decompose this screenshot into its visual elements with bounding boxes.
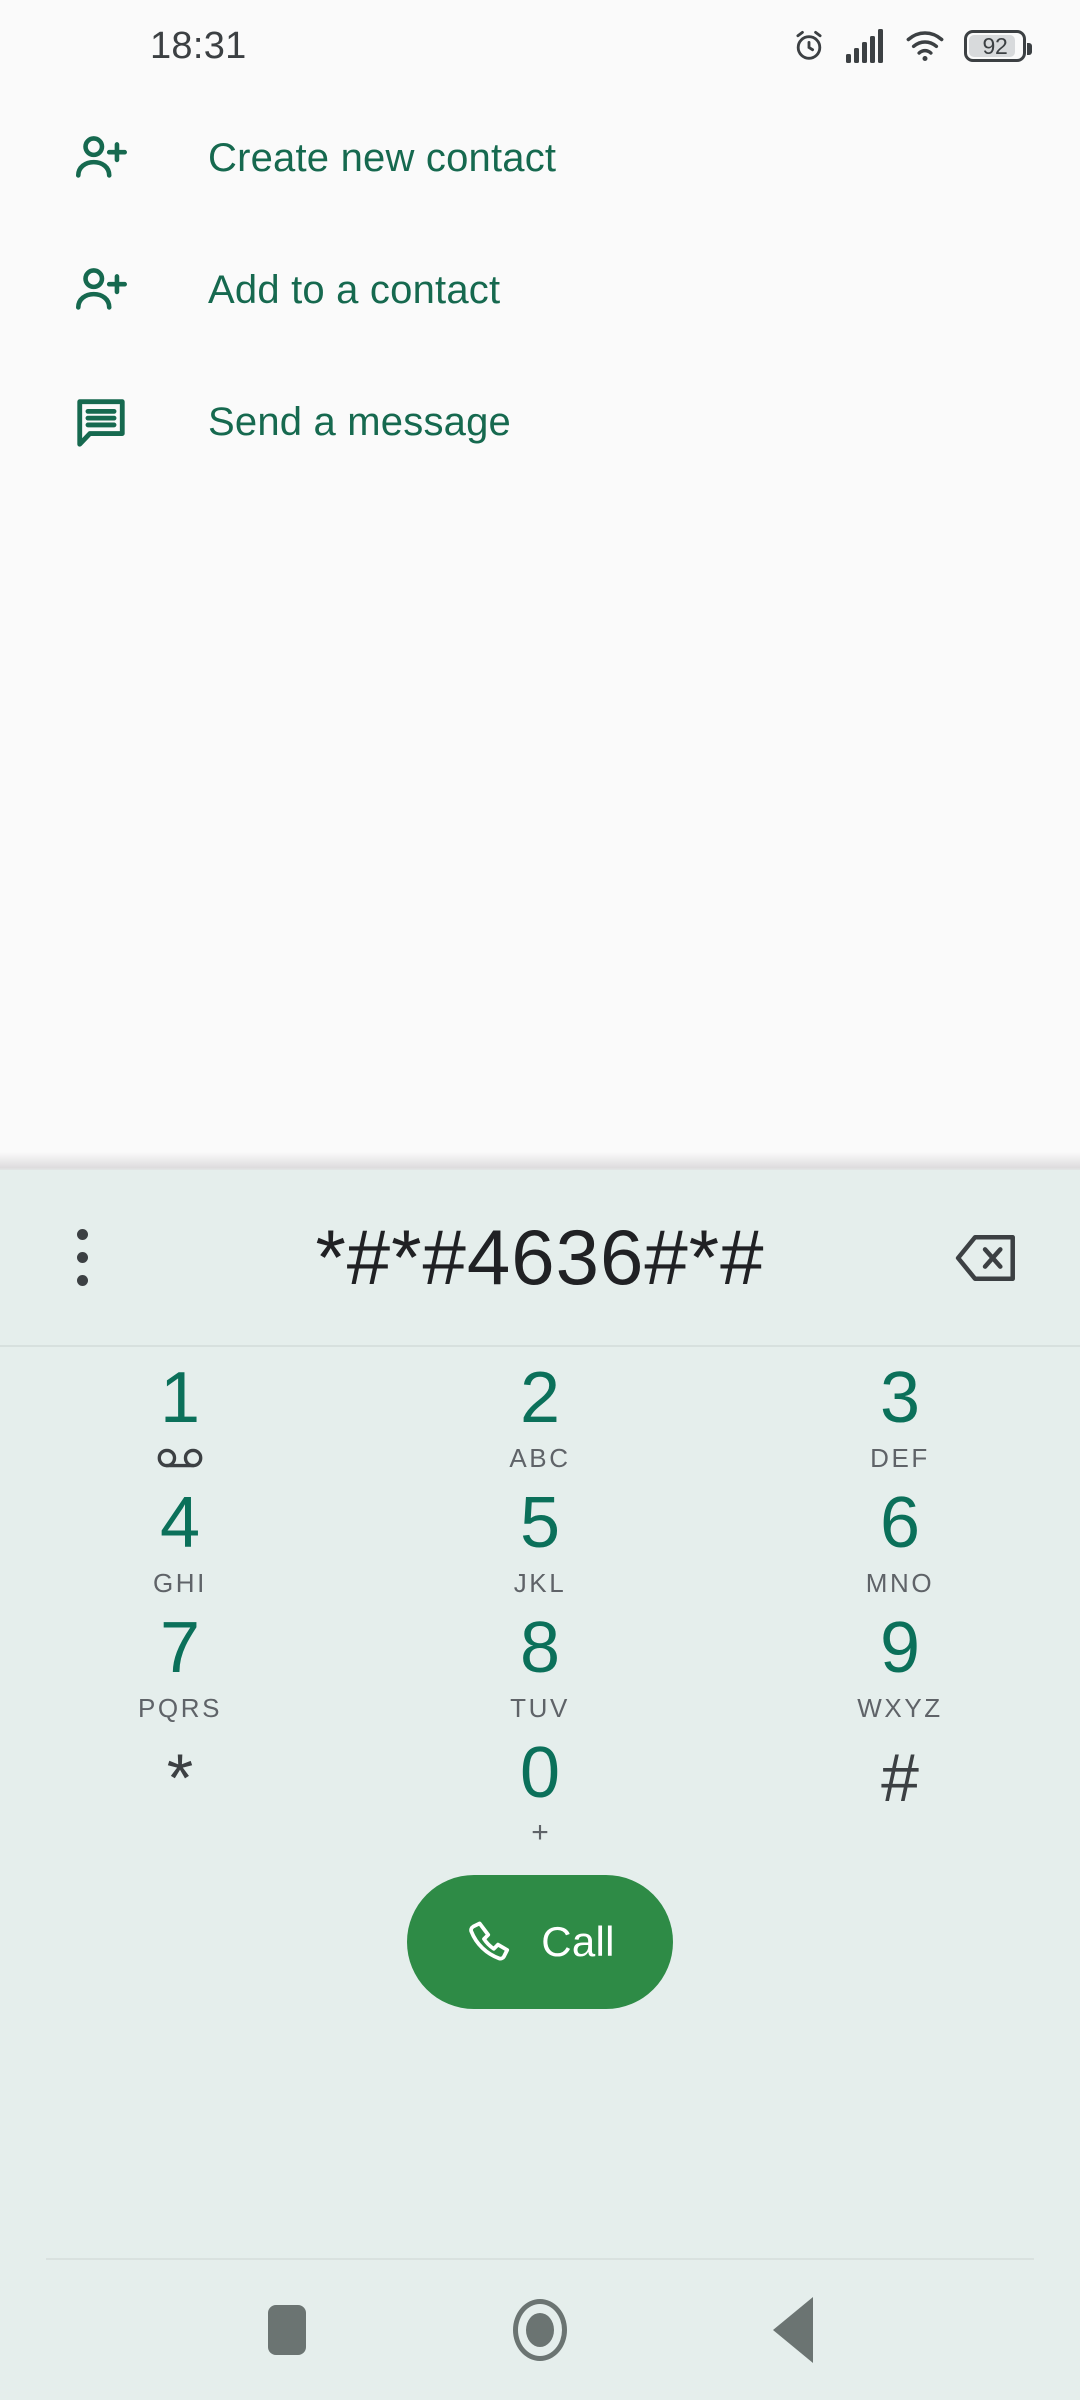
key-letters: ABC bbox=[509, 1443, 571, 1473]
person-add-icon bbox=[70, 259, 132, 321]
key-9[interactable]: 9 WXYZ bbox=[720, 1603, 1080, 1728]
wifi-icon bbox=[905, 30, 945, 62]
status-bar: 18:31 92 bbox=[0, 0, 1080, 92]
key-letters: DEF bbox=[870, 1443, 930, 1473]
dialpad-panel: *#*#4636#*# 1 2 ABC 3 DEF 4 GHI 5 JKL 6 … bbox=[0, 1170, 1080, 2400]
phone-icon bbox=[465, 1917, 513, 1968]
battery-percent: 92 bbox=[982, 32, 1008, 59]
recents-square-icon[interactable] bbox=[237, 2280, 337, 2380]
key-hash[interactable]: # bbox=[720, 1728, 1080, 1853]
key-digit: 9 bbox=[879, 1608, 921, 1688]
key-digit: 6 bbox=[879, 1483, 921, 1563]
key-digit: 4 bbox=[159, 1483, 201, 1563]
call-button[interactable]: Call bbox=[407, 1875, 673, 2009]
key-plus: + bbox=[531, 1816, 549, 1849]
key-letters: TUV bbox=[510, 1693, 570, 1723]
key-digit: * bbox=[166, 1740, 194, 1816]
signal-icon bbox=[846, 29, 886, 63]
key-digit: 1 bbox=[159, 1358, 201, 1438]
status-icon-group: 92 bbox=[791, 28, 1044, 64]
key-digit: 0 bbox=[519, 1733, 561, 1813]
key-letters: JKL bbox=[513, 1568, 567, 1598]
key-letters: PQRS bbox=[137, 1693, 223, 1723]
key-8[interactable]: 8 TUV bbox=[360, 1603, 720, 1728]
home-circle-icon[interactable] bbox=[490, 2280, 590, 2380]
key-digit: 3 bbox=[879, 1358, 921, 1438]
key-letters: GHI bbox=[152, 1568, 208, 1598]
key-letters: MNO bbox=[865, 1568, 935, 1598]
action-send-a-message[interactable]: Send a message bbox=[0, 356, 1080, 488]
action-label: Send a message bbox=[208, 399, 511, 444]
back-triangle-icon[interactable] bbox=[743, 2280, 843, 2380]
action-label: Create new contact bbox=[208, 135, 557, 180]
call-button-row: Call bbox=[0, 1875, 1080, 2009]
key-digit: 5 bbox=[519, 1483, 561, 1563]
key-star[interactable]: * bbox=[0, 1728, 360, 1853]
key-letters: WXYZ bbox=[857, 1693, 943, 1723]
key-6[interactable]: 6 MNO bbox=[720, 1478, 1080, 1603]
key-2[interactable]: 2 ABC bbox=[360, 1353, 720, 1478]
alarm-icon bbox=[791, 28, 827, 64]
key-0[interactable]: 0 + bbox=[360, 1728, 720, 1853]
more-vert-icon[interactable] bbox=[52, 1219, 112, 1297]
dialpad-keys: 1 2 ABC 3 DEF 4 GHI 5 JKL 6 MNO 7 PQRS 8… bbox=[0, 1347, 1080, 1853]
navigation-bar bbox=[0, 2260, 1080, 2400]
key-digit: 2 bbox=[519, 1358, 561, 1438]
voicemail-icon bbox=[157, 1443, 203, 1469]
dialed-number[interactable]: *#*#4636#*# bbox=[0, 1212, 1080, 1303]
key-digit: 7 bbox=[159, 1608, 201, 1688]
call-button-label: Call bbox=[541, 1918, 615, 1965]
key-3[interactable]: 3 DEF bbox=[720, 1353, 1080, 1478]
number-display-row: *#*#4636#*# bbox=[0, 1170, 1080, 1345]
backspace-icon[interactable] bbox=[938, 1210, 1034, 1306]
key-7[interactable]: 7 PQRS bbox=[0, 1603, 360, 1728]
contact-actions-panel: Create new contact Add to a contact Send… bbox=[0, 92, 1080, 1162]
battery-icon: 92 bbox=[964, 30, 1032, 62]
person-add-icon bbox=[70, 127, 132, 189]
action-label: Add to a contact bbox=[208, 267, 501, 312]
key-digit: # bbox=[881, 1740, 919, 1816]
message-icon bbox=[70, 391, 132, 453]
key-5[interactable]: 5 JKL bbox=[360, 1478, 720, 1603]
key-digit: 8 bbox=[519, 1608, 561, 1688]
status-time: 18:31 bbox=[150, 24, 247, 67]
action-create-new-contact[interactable]: Create new contact bbox=[0, 92, 1080, 224]
key-1[interactable]: 1 bbox=[0, 1353, 360, 1478]
action-add-to-a-contact[interactable]: Add to a contact bbox=[0, 224, 1080, 356]
panel-shadow-divider bbox=[0, 1152, 1080, 1172]
phone-screen: 18:31 92 Create new contact Add to a con… bbox=[0, 0, 1080, 2400]
key-4[interactable]: 4 GHI bbox=[0, 1478, 360, 1603]
